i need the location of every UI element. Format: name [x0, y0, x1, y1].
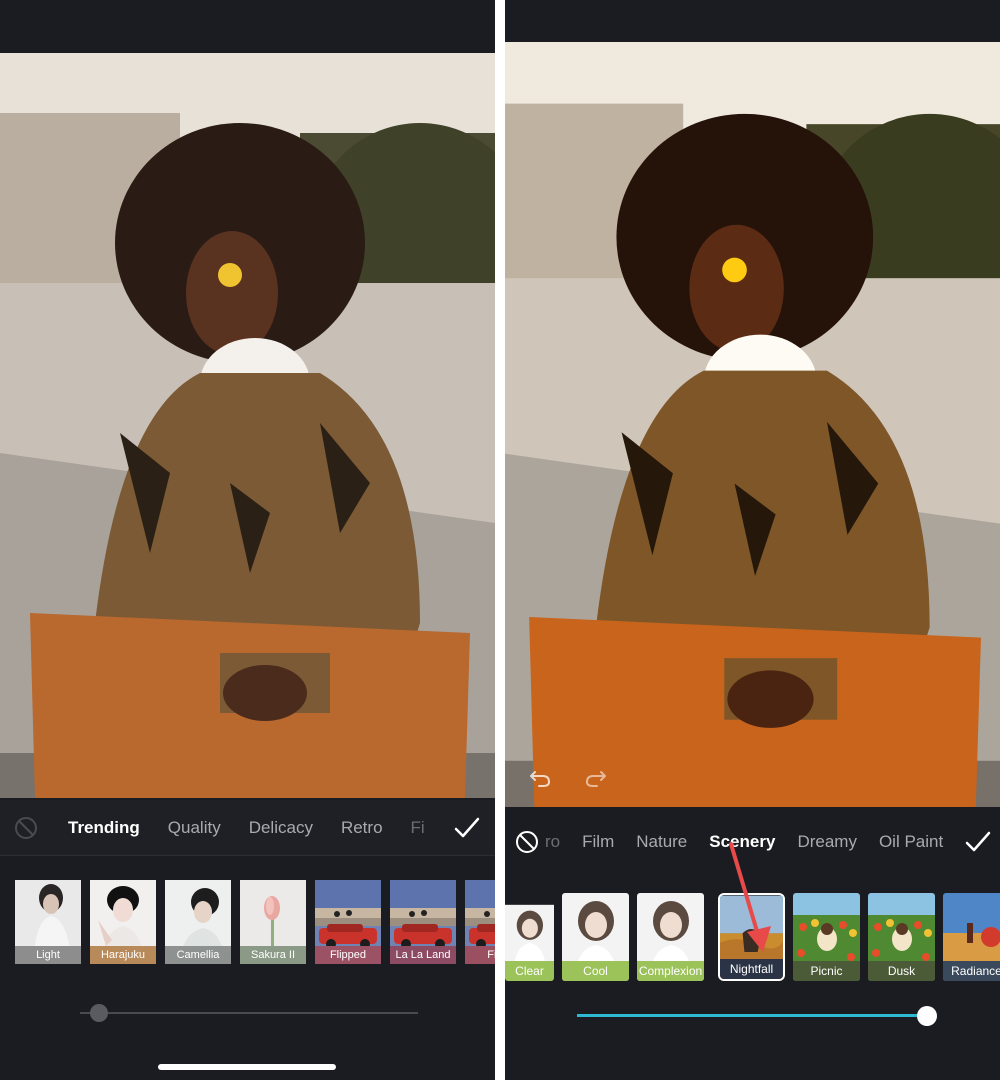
tab-delicacy[interactable]: Delicacy: [249, 818, 313, 838]
filter-thumbnail-list: Light Harajuku Camellia Sakura II Flippe…: [0, 880, 495, 964]
filter-label: Cool: [562, 961, 629, 981]
photo-preview: [505, 42, 1000, 807]
photo-preview: [0, 53, 495, 798]
tab-quality[interactable]: Quality: [168, 818, 221, 838]
filter-clear[interactable]: Clear: [505, 893, 554, 981]
home-indicator[interactable]: [158, 1064, 336, 1070]
filter-label: Dusk: [868, 961, 935, 981]
filter-nightfall[interactable]: Nightfall: [718, 893, 785, 981]
filter-label: Sakura II: [240, 946, 306, 964]
right-editor-screen: ro Film Nature Scenery Dreamy Oil Paint …: [505, 0, 1000, 1080]
filter-label: Camellia: [165, 946, 231, 964]
filter-light[interactable]: Light: [15, 880, 81, 964]
tab-nature[interactable]: Nature: [636, 832, 687, 852]
portrait-image: [505, 42, 1000, 807]
intensity-slider[interactable]: [80, 1003, 418, 1023]
filter-label: Picnic: [793, 961, 860, 981]
filter-category-bar: ro Film Nature Scenery Dreamy Oil Paint: [505, 814, 1000, 870]
portrait-image: [0, 53, 495, 798]
filter-la-la-land[interactable]: La La Land: [390, 880, 456, 964]
filter-complexion[interactable]: Complexion: [637, 893, 704, 981]
slider-track: [80, 1012, 418, 1014]
tab-fi-partial[interactable]: Fi: [411, 818, 425, 838]
filter-label: Flipped: [315, 946, 381, 964]
filter-sakura-ii[interactable]: Sakura II: [240, 880, 306, 964]
checkmark-icon[interactable]: [453, 814, 481, 842]
filter-label: Nightfall: [720, 959, 783, 979]
filter-radiance[interactable]: Radiance: [943, 893, 1000, 981]
intensity-slider[interactable]: [577, 1006, 937, 1026]
filter-label: Harajuku: [90, 946, 156, 964]
no-filter-icon[interactable]: [14, 816, 38, 840]
filter-label: Complexion: [637, 961, 704, 981]
filter-label: Light: [15, 946, 81, 964]
no-filter-icon[interactable]: [515, 830, 539, 854]
tab-trending[interactable]: Trending: [68, 818, 140, 838]
tab-film[interactable]: Film: [582, 832, 614, 852]
tab-dreamy[interactable]: Dreamy: [797, 832, 857, 852]
filter-label: Radiance: [943, 961, 1000, 981]
tab-retro[interactable]: Retro: [341, 818, 383, 838]
filter-label: La La Land: [390, 946, 456, 964]
tab-scenery[interactable]: Scenery: [709, 832, 775, 852]
filter-camellia[interactable]: Camellia: [165, 880, 231, 964]
filter-flipped[interactable]: Flipped: [315, 880, 381, 964]
redo-icon[interactable]: [583, 764, 609, 790]
screenshot-divider: [495, 0, 505, 1080]
undo-icon[interactable]: [527, 764, 553, 790]
tab-oil-paint[interactable]: Oil Paint: [879, 832, 943, 852]
tab-retro-partial[interactable]: ro: [545, 832, 560, 852]
filter-first[interactable]: First: [465, 880, 495, 964]
left-editor-screen: Trending Quality Delicacy Retro Fi Light…: [0, 0, 495, 1080]
filter-picnic[interactable]: Picnic: [793, 893, 860, 981]
filter-dusk[interactable]: Dusk: [868, 893, 935, 981]
filter-cool[interactable]: Cool: [562, 893, 629, 981]
slider-fill: [577, 1014, 927, 1017]
filter-label: Clear: [505, 961, 554, 981]
slider-knob[interactable]: [89, 1004, 108, 1022]
filter-category-bar: Trending Quality Delicacy Retro Fi: [0, 800, 495, 856]
filter-label: First: [465, 946, 495, 964]
checkmark-icon[interactable]: [964, 828, 992, 856]
slider-knob[interactable]: [917, 1006, 937, 1026]
filter-harajuku[interactable]: Harajuku: [90, 880, 156, 964]
filter-thumbnail-list: Clear Cool Complexion Nightfall Picnic D…: [505, 893, 1000, 981]
